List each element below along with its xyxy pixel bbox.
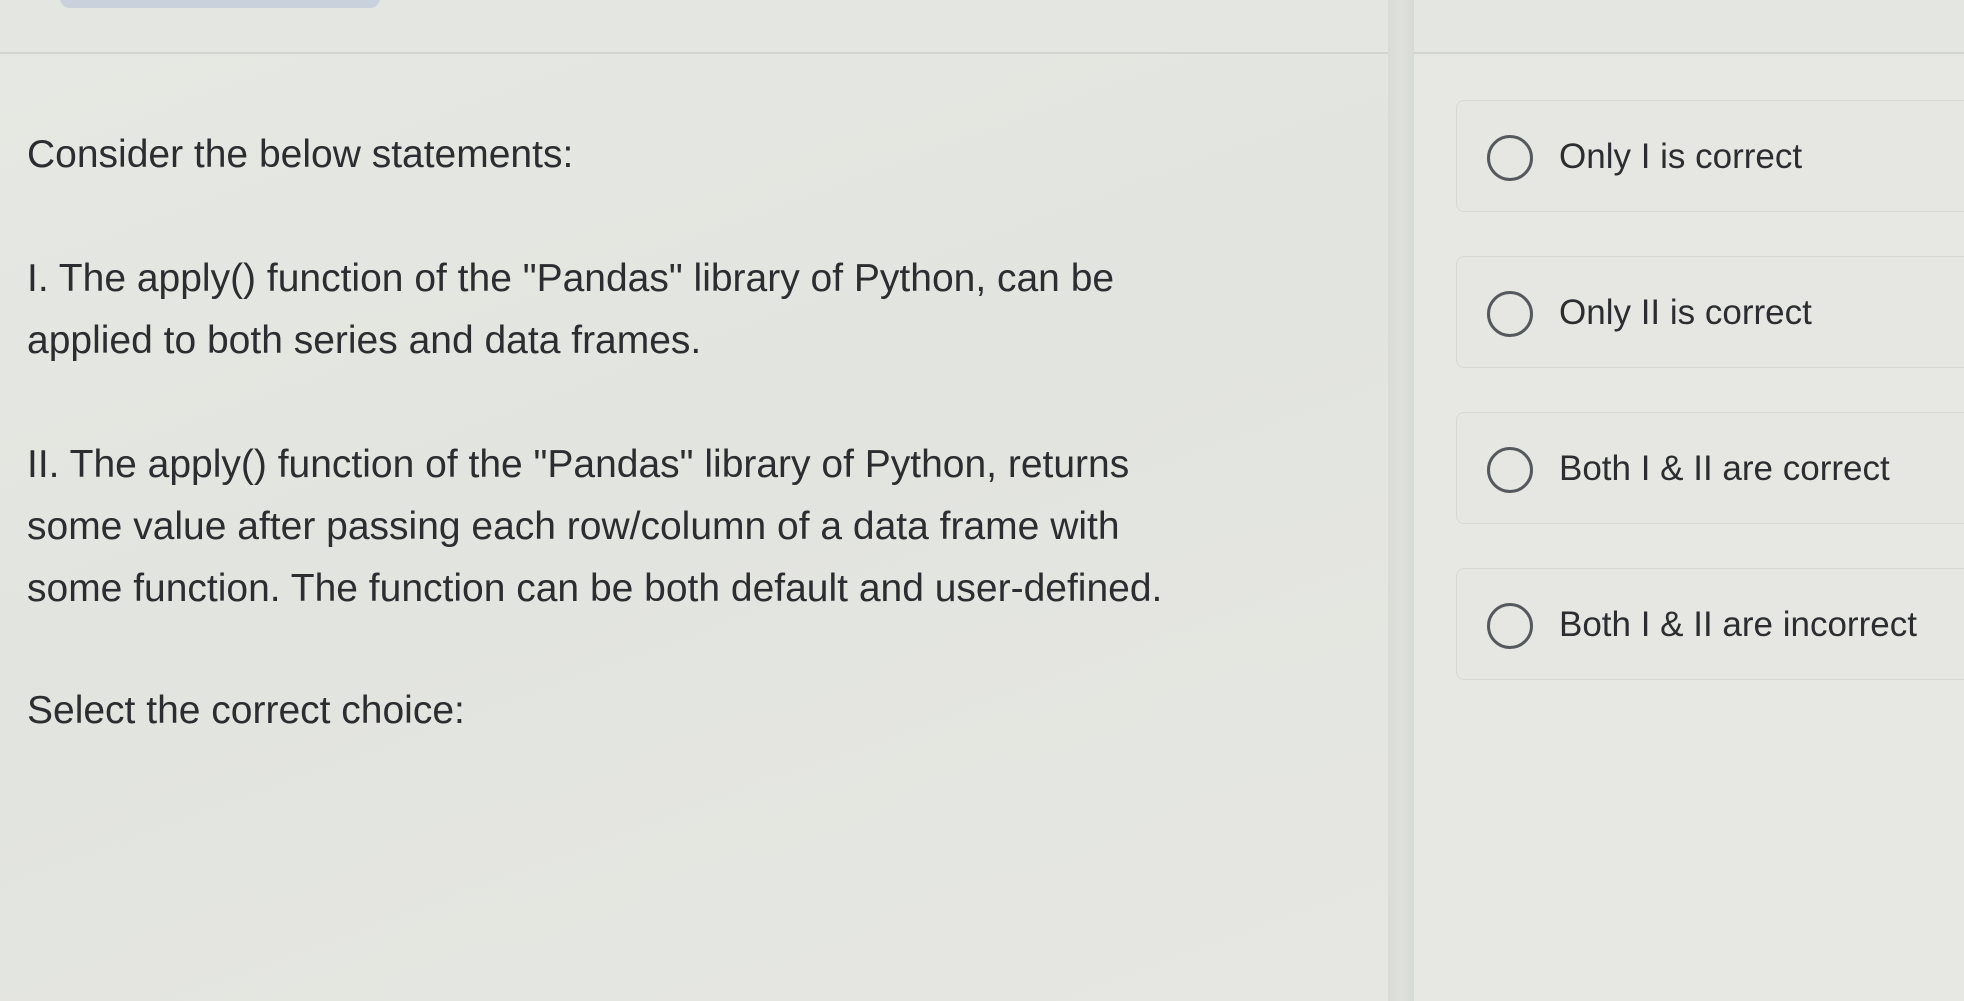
statement-1-line-2: applied to both series and data frames. <box>27 319 702 362</box>
answer-option-label: Both I & II are correct <box>1559 449 1890 488</box>
statement-1: I. The apply() function of the "Pandas" … <box>27 248 1114 372</box>
answer-option-label: Both I & II are incorrect <box>1559 605 1917 644</box>
answer-option-label: Only II is correct <box>1559 293 1812 332</box>
statement-2-line-3: some function. The function can be both … <box>27 567 1163 610</box>
radio-button[interactable] <box>1487 447 1533 493</box>
statement-1-line-1: I. The apply() function of the "Pandas" … <box>27 257 1115 300</box>
statement-2-line-1: II. The apply() function of the "Pandas"… <box>27 443 1130 486</box>
panel-divider <box>1388 0 1414 1001</box>
question-prompt: Select the correct choice: <box>27 689 465 732</box>
answer-option-both-incorrect[interactable]: Both I & II are incorrect <box>1456 568 1964 680</box>
radio-button[interactable] <box>1487 603 1533 649</box>
answer-option-label: Only I is correct <box>1559 137 1803 176</box>
statement-2-line-2: some value after passing each row/column… <box>27 505 1120 548</box>
answer-option-both-correct[interactable]: Both I & II are correct <box>1456 412 1964 524</box>
question-intro: Consider the below statements: <box>27 133 574 176</box>
top-tab-edge <box>60 0 380 8</box>
radio-button[interactable] <box>1487 291 1533 337</box>
statement-2: II. The apply() function of the "Pandas"… <box>27 434 1162 620</box>
answer-option-only-i[interactable]: Only I is correct <box>1456 100 1964 212</box>
answer-option-only-ii[interactable]: Only II is correct <box>1456 256 1964 368</box>
radio-button[interactable] <box>1487 135 1533 181</box>
